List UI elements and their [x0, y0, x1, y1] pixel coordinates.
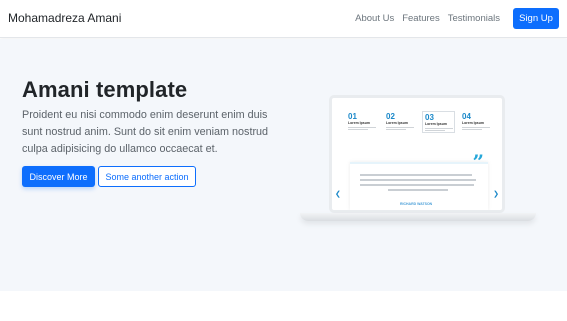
discover-more-button[interactable]: Discover More: [22, 166, 95, 187]
nav-link-about-us[interactable]: About Us: [355, 13, 394, 24]
nav-link-testimonials[interactable]: Testimonials: [448, 13, 500, 24]
step-number: 02: [386, 112, 395, 121]
laptop-mockup-image: 01 Lorem Ipsum 02 Lorem Ipsum 03 Lorem I…: [300, 91, 536, 221]
step-title: Lorem Ipsum: [462, 121, 484, 125]
brand-logo[interactable]: Mohamadreza Amani: [8, 11, 121, 25]
step-item: 04 Lorem Ipsum: [460, 111, 493, 133]
step-title: Lorem Ipsum: [425, 122, 447, 126]
step-number: 01: [348, 112, 357, 121]
laptop-screen: 01 Lorem Ipsum 02 Lorem Ipsum 03 Lorem I…: [329, 95, 505, 213]
text-line: [425, 130, 445, 131]
nav-links: About Us Features Testimonials: [355, 13, 500, 24]
text-line: [360, 184, 474, 186]
text-line: [388, 189, 448, 191]
step-number: 04: [462, 112, 471, 121]
text-line: [348, 127, 376, 128]
text-line: [360, 179, 476, 181]
quote-icon: ”: [472, 150, 484, 174]
text-line: [425, 128, 453, 129]
step-title: Lorem Ipsum: [348, 121, 370, 125]
hero-section: Amani template Proident eu nisi commodo …: [0, 39, 567, 291]
text-line: [462, 127, 490, 128]
hero-description: Proident eu nisi commodo enim deserunt e…: [22, 109, 269, 155]
step-item-active: 03 Lorem Ipsum: [422, 111, 455, 133]
testimonial-author: RICHARD WATSON: [400, 202, 433, 206]
step-item: 01 Lorem Ipsum: [346, 111, 379, 133]
hero-title: Amani template: [22, 77, 188, 102]
text-line: [386, 127, 414, 128]
testimonial-card: ” RICHARD WATSON: [350, 152, 488, 210]
secondary-action-button[interactable]: Some another action: [98, 166, 196, 187]
steps-row: 01 Lorem Ipsum 02 Lorem Ipsum 03 Lorem I…: [346, 111, 493, 133]
text-line: [386, 129, 406, 130]
step-number: 03: [425, 113, 434, 122]
sign-up-button[interactable]: Sign Up: [513, 8, 559, 29]
arrow-left-icon: ❮: [335, 191, 341, 198]
step-title: Lorem Ipsum: [386, 121, 408, 125]
navbar: Mohamadreza Amani About Us Features Test…: [0, 0, 567, 38]
text-line: [348, 129, 368, 130]
nav-link-features[interactable]: Features: [402, 13, 440, 24]
arrow-right-icon: ❯: [493, 191, 499, 198]
step-item: 02 Lorem Ipsum: [384, 111, 417, 133]
laptop-base: [300, 213, 536, 221]
text-line: [360, 174, 472, 176]
text-line: [462, 129, 482, 130]
